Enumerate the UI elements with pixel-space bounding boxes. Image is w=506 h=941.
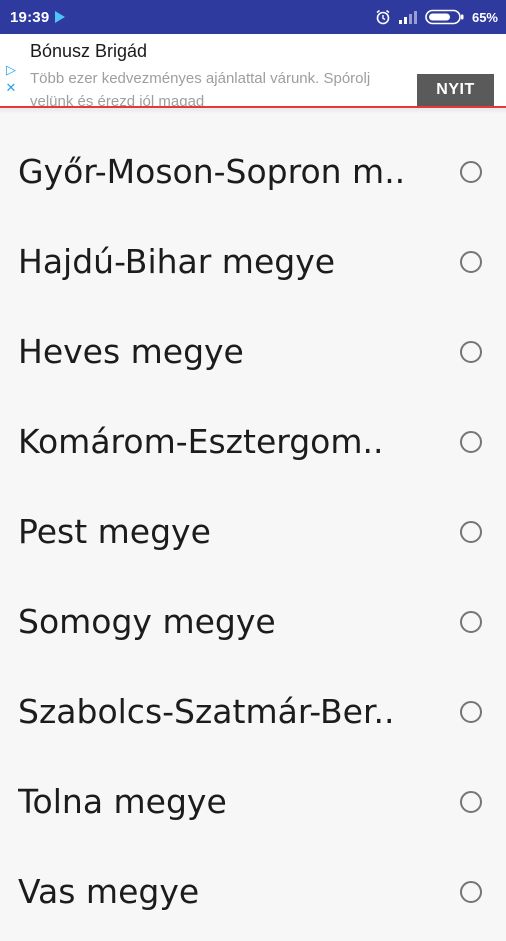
list-item[interactable]: Heves megye	[0, 311, 506, 401]
list-item[interactable]: Szabolcs-Szatmár-Ber..	[0, 671, 506, 761]
radio-button[interactable]	[460, 161, 482, 183]
county-label: Szabolcs-Szatmár-Ber..	[18, 692, 395, 731]
ad-banner[interactable]: ▷ ✕ Bónusz Brigád Több ezer kedvezményes…	[0, 34, 506, 106]
ad-badges: ▷ ✕	[3, 62, 19, 98]
ad-open-button[interactable]: NYIT	[417, 74, 494, 106]
radio-button[interactable]	[460, 431, 482, 453]
radio-button[interactable]	[460, 251, 482, 273]
list-item[interactable]: Győr-Moson-Sopron m..	[0, 131, 506, 221]
signal-icon	[398, 10, 418, 24]
county-label: Vas megye	[18, 872, 200, 911]
close-icon[interactable]: ✕	[3, 80, 19, 98]
alarm-icon	[375, 9, 391, 25]
battery-percent: 65%	[471, 9, 498, 25]
status-bar: 19:39 65%	[0, 0, 506, 34]
county-label: Somogy megye	[18, 602, 276, 641]
ad-choices-icon[interactable]: ▷	[3, 62, 19, 80]
radio-button[interactable]	[460, 701, 482, 723]
list-item[interactable]: Somogy megye	[0, 581, 506, 671]
county-list: Győr-Moson-Sopron m.. Hajdú-Bihar megye …	[0, 131, 506, 941]
list-item[interactable]: Komárom-Esztergom..	[0, 401, 506, 491]
list-item[interactable]: Tolna megye	[0, 761, 506, 851]
status-icons: 65%	[375, 9, 498, 25]
county-label: Heves megye	[18, 332, 244, 371]
radio-button[interactable]	[460, 611, 482, 633]
ad-text: Több ezer kedvezményes ajánlattal várunk…	[30, 70, 371, 106]
county-label: Hajdú-Bihar megye	[18, 242, 336, 281]
battery-icon	[425, 9, 465, 25]
ad-title[interactable]: Bónusz Brigád	[30, 41, 147, 62]
county-label: Pest megye	[18, 512, 211, 551]
status-time: 19:39	[10, 8, 50, 26]
radio-button[interactable]	[460, 791, 482, 813]
list-item[interactable]: Vas megye	[0, 851, 506, 941]
radio-button[interactable]	[460, 521, 482, 543]
list-item[interactable]: Pest megye	[0, 491, 506, 581]
list-item[interactable]: Hajdú-Bihar megye	[0, 221, 506, 311]
divider-shadow	[0, 108, 506, 114]
county-label: Tolna megye	[18, 782, 227, 821]
play-store-icon	[55, 11, 66, 23]
county-label: Győr-Moson-Sopron m..	[18, 152, 406, 191]
radio-button[interactable]	[460, 341, 482, 363]
county-label: Komárom-Esztergom..	[18, 422, 384, 461]
